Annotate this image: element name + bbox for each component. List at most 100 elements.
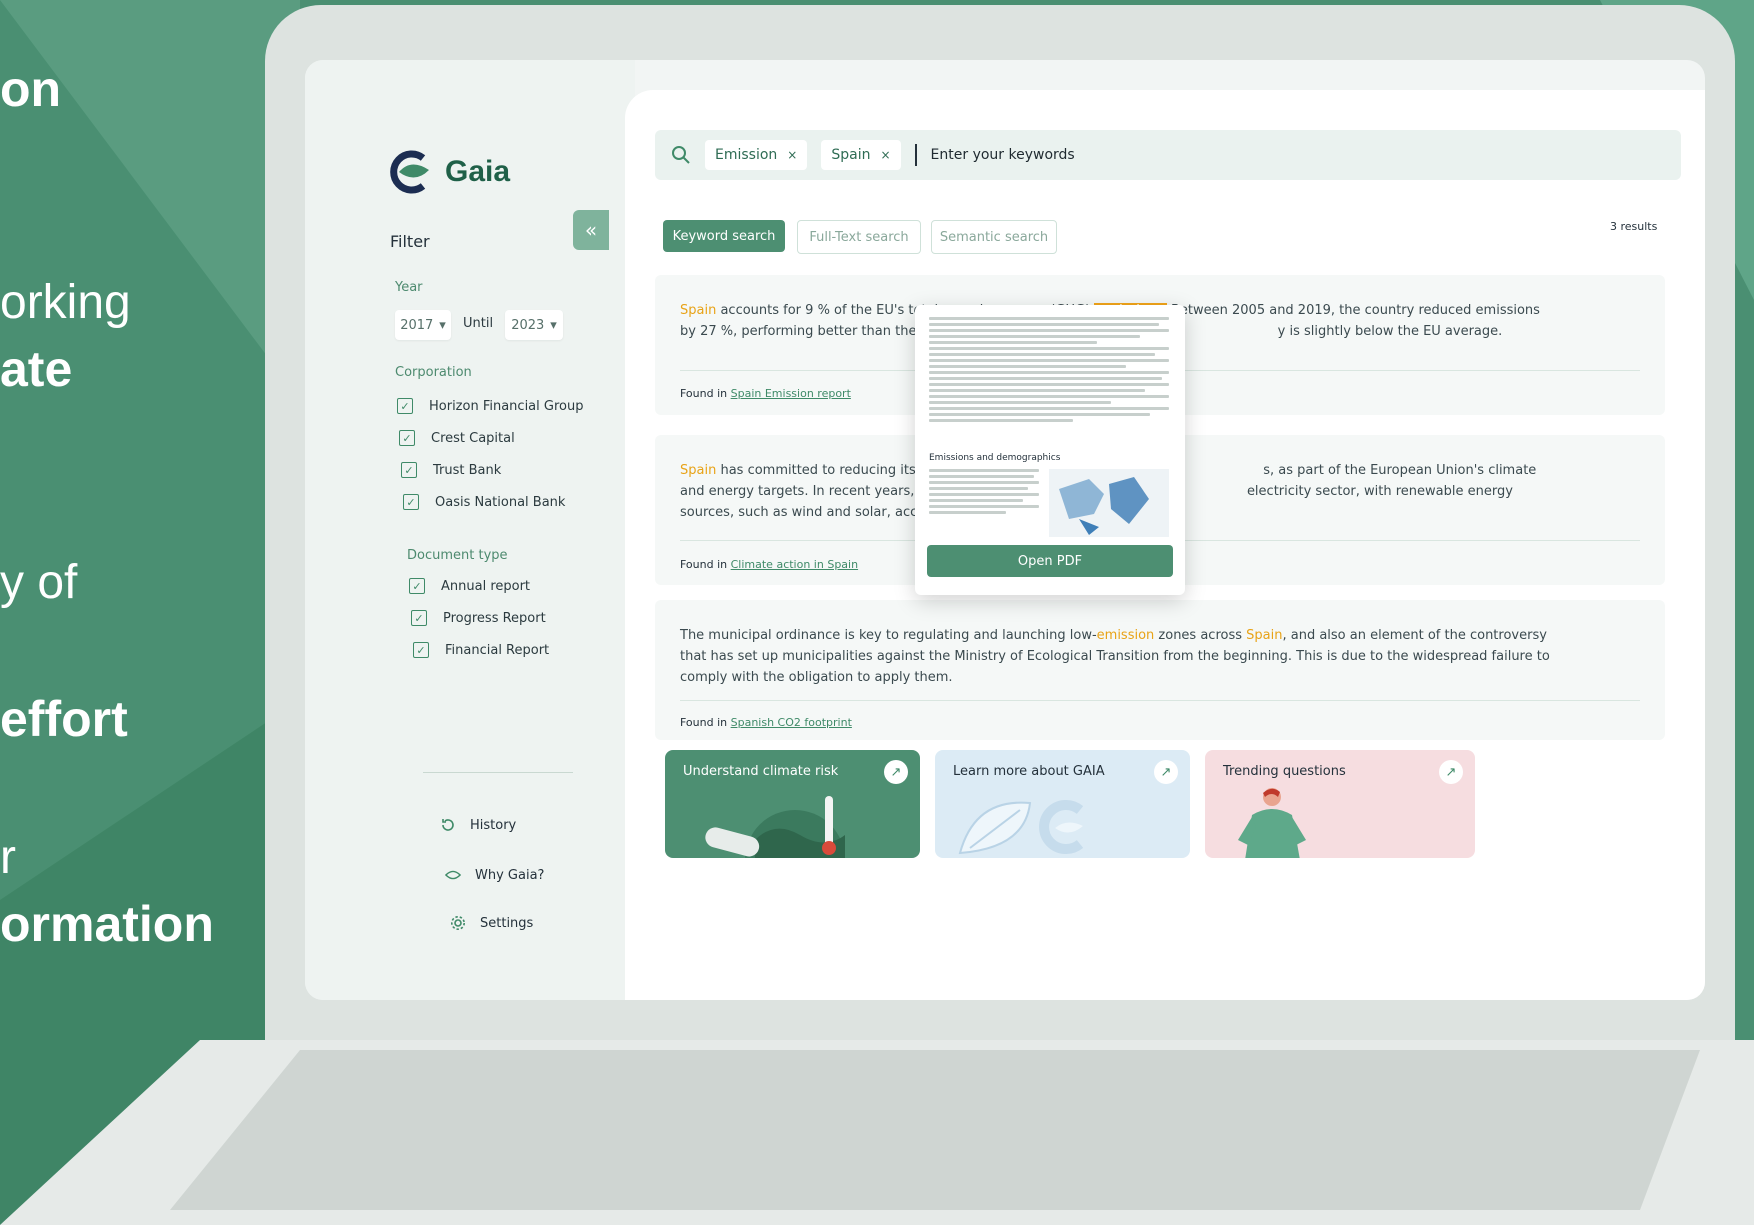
year-to-value: 2023 [511,317,545,333]
result-snippet: The municipal ordinance is key to regula… [680,625,1550,688]
chevron-down-icon: ▾ [439,317,446,333]
checkbox-checked[interactable]: ✓ [413,642,429,658]
corporation-name: Crest Capital [431,430,515,446]
found-label: Found in [680,716,728,729]
found-label: Found in [680,558,728,571]
found-in: Found in Spanish CO2 footprint [680,716,852,729]
source-link[interactable]: Climate action in Spain [731,558,858,571]
app-window: Gaia Filter « Year 2017 ▾ Until 2023 ▾ C… [305,60,1705,1000]
main-panel: Emission × Spain × Enter your keywords K… [625,90,1705,1000]
doc-type-name: Financial Report [445,642,550,658]
doc-type-checkbox-row[interactable]: ✓ Financial Report [413,642,549,658]
snippet-text: y is slightly below the EU average. [1277,324,1503,339]
laptop-keyboard [0,1040,1754,1225]
corporation-checkbox-row[interactable]: ✓ Horizon Financial Group [397,398,583,414]
gear-icon [450,915,466,931]
collapse-sidebar-button[interactable]: « [573,210,609,250]
promo-card-trending-questions[interactable]: Trending questions ↗ [1205,750,1475,858]
history-icon [440,817,456,833]
app-logo[interactable]: Gaia [385,148,510,196]
snippet-text: comply with the obligation to apply them… [680,670,953,685]
highlight-term: Spain [680,303,717,318]
search-input[interactable]: Enter your keywords [931,147,1075,163]
corporation-checkbox-row[interactable]: ✓ Trust Bank [401,462,501,478]
corporation-name: Horizon Financial Group [429,398,584,414]
marketing-line: orking [0,276,131,329]
close-icon[interactable]: × [880,148,890,162]
tab-full-text-search[interactable]: Full-Text search [797,220,921,254]
pdf-preview-map [1049,469,1169,537]
sidebar-item-why-gaia[interactable]: Why Gaia? [445,867,544,883]
promo-card-learn-gaia[interactable]: Learn more about GAIA ↗ [935,750,1190,858]
found-in: Found in Climate action in Spain [680,558,858,571]
sidebar-item-label: History [470,817,517,833]
results-count: 3 results [1610,220,1658,233]
checkbox-checked[interactable]: ✓ [409,578,425,594]
sidebar-item-history[interactable]: History [440,817,516,833]
doc-type-name: Annual report [441,578,531,594]
marketing-line: y of [0,556,78,609]
leaf-icon [445,867,461,883]
chevron-down-icon: ▾ [550,317,557,333]
until-label: Until [463,316,494,331]
year-from-value: 2017 [400,317,434,333]
corporation-checkbox-row[interactable]: ✓ Crest Capital [399,430,515,446]
sidebar-item-label: Settings [480,915,534,931]
checkbox-checked[interactable]: ✓ [411,610,427,626]
result-card[interactable]: The municipal ordinance is key to regula… [655,600,1665,740]
snippet-text: electricity sector, with renewable energ… [1246,484,1513,499]
corporation-name: Oasis National Bank [435,494,566,510]
gaia-logo-icon [390,150,429,194]
chevrons-left-icon: « [584,218,598,242]
marketing-line: on [0,61,62,117]
promo-title: Learn more about GAIA [953,764,1105,779]
marketing-line: ormation [0,896,214,952]
marketing-line: ate [0,341,73,397]
source-link[interactable]: Spanish CO2 footprint [731,716,852,729]
doc-type-checkbox-row[interactable]: ✓ Progress Report [411,610,546,626]
text-caret [914,144,917,166]
doc-type-checkbox-row[interactable]: ✓ Annual report [409,578,530,594]
checkbox-checked[interactable]: ✓ [403,494,419,510]
promo-title: Understand climate risk [683,764,839,779]
found-label: Found in [680,387,728,400]
checkbox-checked[interactable]: ✓ [399,430,415,446]
year-label: Year [395,280,423,295]
sidebar-divider [423,772,573,773]
promo-card-climate-risk[interactable]: Understand climate risk ↗ [665,750,920,858]
leaf-logo-illustration [958,800,1084,855]
highlight-term: Spain [1246,628,1283,643]
search-chip-emission[interactable]: Emission × [705,140,808,170]
app-name: Gaia [445,155,511,188]
source-link[interactable]: Spain Emission report [731,387,851,400]
arrow-up-right-icon[interactable]: ↗ [1439,760,1463,784]
snippet-text: Between 2005 and 2019, the country reduc… [1166,303,1540,318]
arrow-up-right-icon[interactable]: ↗ [884,760,908,784]
checkbox-checked[interactable]: ✓ [401,462,417,478]
search-bar[interactable]: Emission × Spain × Enter your keywords [655,130,1681,180]
corporation-checkbox-row[interactable]: ✓ Oasis National Bank [403,494,565,510]
year-from-select[interactable]: 2017 ▾ [395,310,451,340]
snippet-text: The municipal ordinance is key to regula… [680,628,1097,643]
sidebar-item-settings[interactable]: Settings [450,915,533,931]
snippet-text: , and also an element of the controversy [1282,628,1547,643]
chip-label: Spain [831,147,871,163]
highlight-term: emission [1096,628,1155,643]
marketing-line: effort [0,691,128,747]
open-pdf-button[interactable]: Open PDF [927,545,1173,577]
checkbox-checked[interactable]: ✓ [397,398,413,414]
search-chip-spain[interactable]: Spain × [821,140,901,170]
snippet-text: that has set up municipalities against t… [680,649,1550,664]
arrow-up-right-icon[interactable]: ↗ [1154,760,1178,784]
sidebar: Gaia Filter « Year 2017 ▾ Until 2023 ▾ C… [305,60,635,1000]
tab-keyword-search[interactable]: Keyword search [663,220,785,252]
year-to-select[interactable]: 2023 ▾ [505,310,563,340]
pdf-preview-heading: Emissions and demographics [929,453,1061,463]
tab-semantic-search[interactable]: Semantic search [931,220,1057,254]
corporation-name: Trust Bank [433,462,502,478]
marketing-line: r [0,831,16,884]
result-divider [680,700,1640,701]
globe-thermometer-illustration [705,796,845,858]
search-icon [672,146,690,164]
close-icon[interactable]: × [787,148,797,162]
